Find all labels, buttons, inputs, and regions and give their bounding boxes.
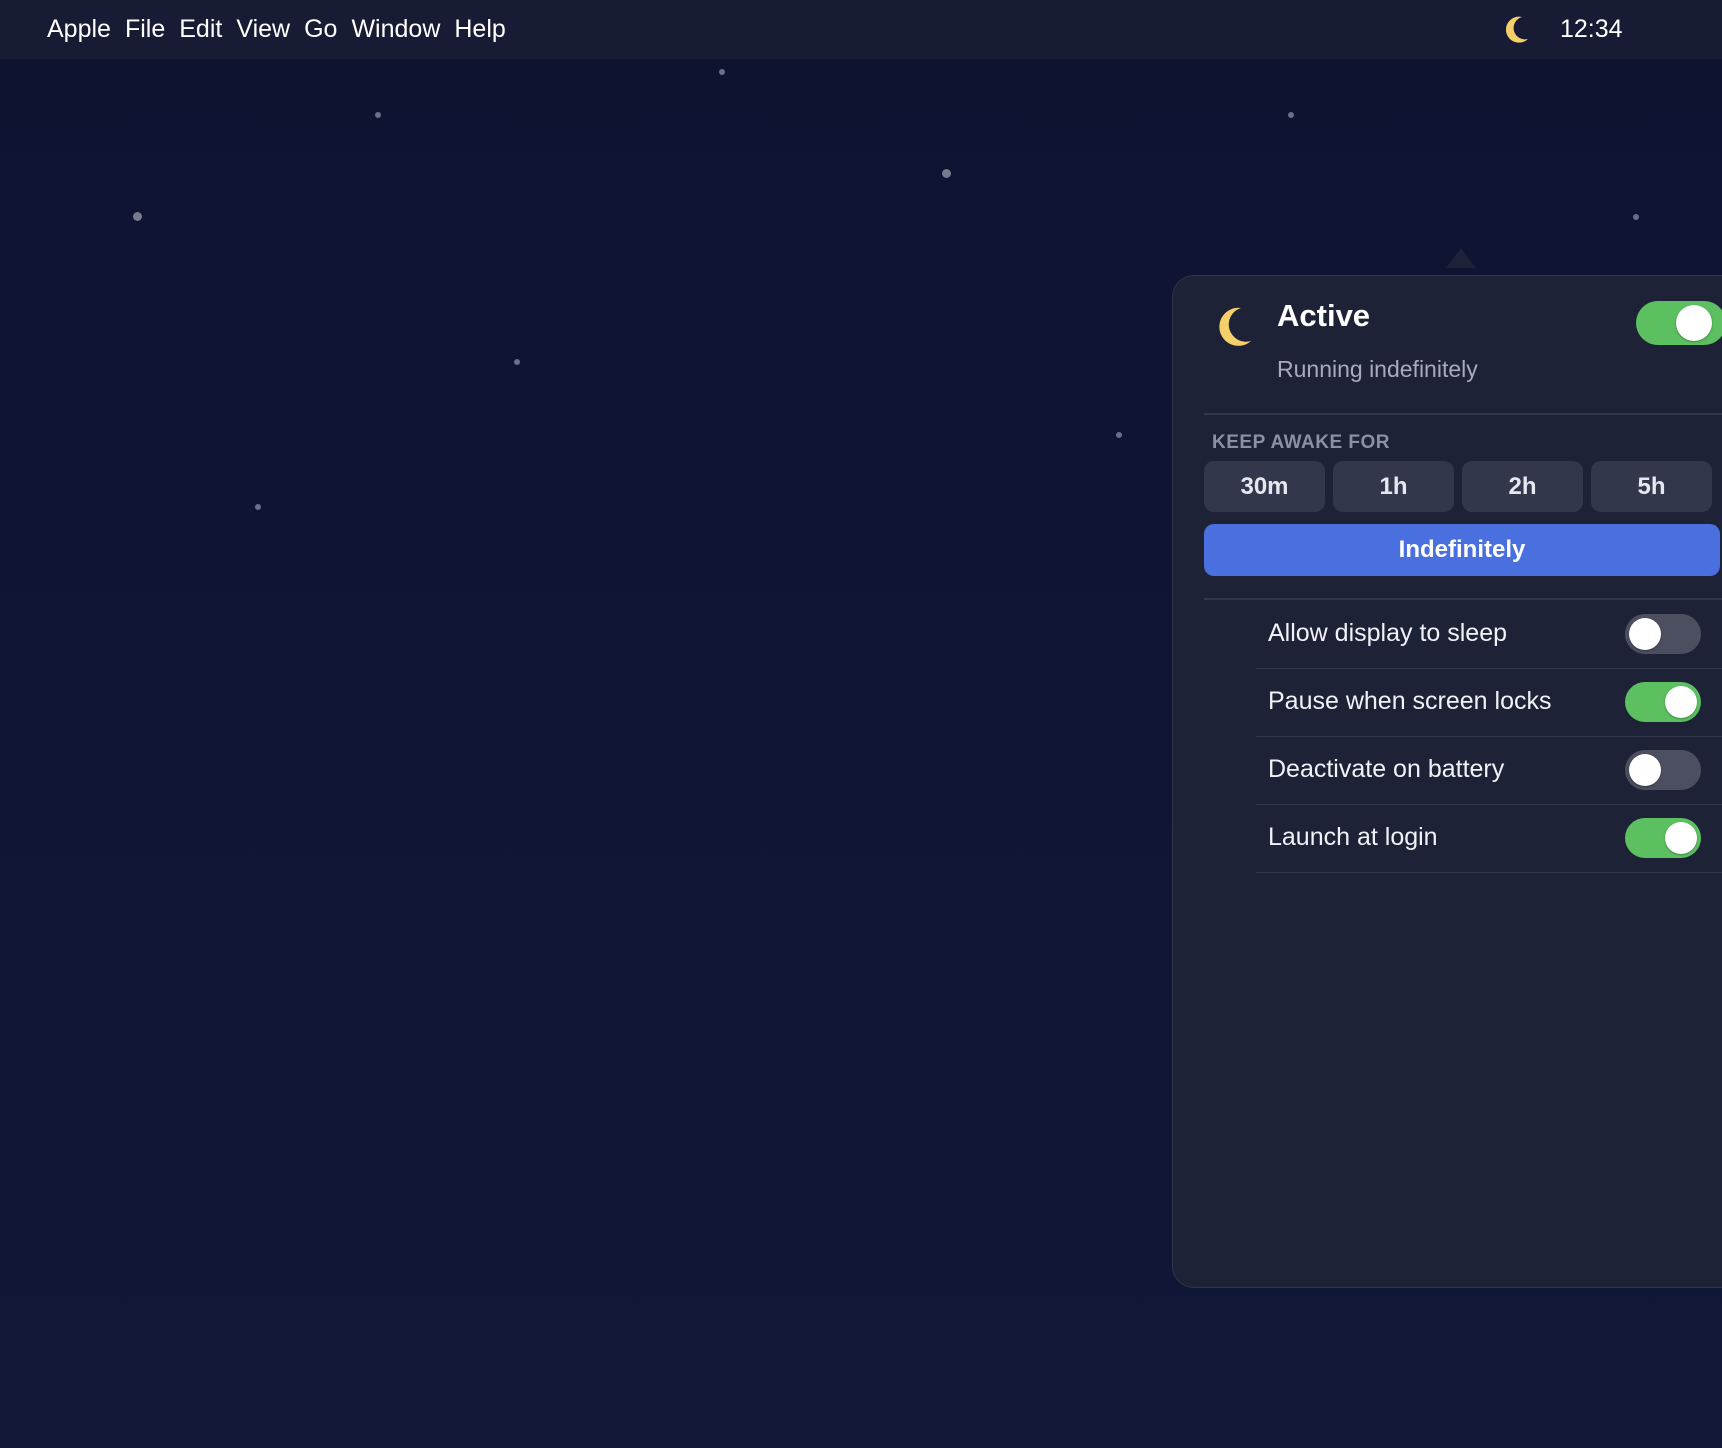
menubar-status-area: 12:34 xyxy=(1500,12,1623,46)
star xyxy=(1116,432,1122,438)
divider xyxy=(1256,871,1722,873)
duration-5h-button[interactable]: 5h xyxy=(1591,461,1712,512)
launch-login-toggle[interactable] xyxy=(1625,818,1701,858)
keep-awake-popover: Active Running indefinitely KEEP AWAKE F… xyxy=(1172,275,1722,1288)
option-row-launch-login: Launch at login xyxy=(1256,805,1722,873)
duration-30m-button[interactable]: 30m xyxy=(1204,461,1325,512)
star xyxy=(1288,112,1294,118)
duration-buttons: 30m 1h 2h 5h xyxy=(1204,461,1712,512)
divider xyxy=(1204,598,1722,600)
star xyxy=(514,359,520,365)
divider xyxy=(1204,413,1722,415)
menu-view[interactable]: View xyxy=(229,14,297,44)
menu-items: Apple File Edit View Go Window Help xyxy=(47,14,513,44)
keep-awake-label: KEEP AWAKE FOR xyxy=(1212,432,1391,453)
option-row-pause-screen-locks: Pause when screen locks xyxy=(1256,669,1722,737)
menu-apple[interactable]: Apple xyxy=(47,14,118,44)
allow-display-sleep-toggle[interactable] xyxy=(1625,614,1701,654)
pause-screen-locks-toggle[interactable] xyxy=(1625,682,1701,722)
option-label: Pause when screen locks xyxy=(1268,687,1552,715)
menu-window[interactable]: Window xyxy=(344,14,447,44)
status-title: Active xyxy=(1277,298,1371,333)
option-row-deactivate-battery: Deactivate on battery xyxy=(1256,737,1722,805)
duration-2h-button[interactable]: 2h xyxy=(1462,461,1583,512)
option-row-allow-display-sleep: Allow display to sleep xyxy=(1256,601,1722,669)
popover-arrow xyxy=(1446,248,1476,268)
toggle-knob xyxy=(1676,305,1712,341)
star xyxy=(255,504,261,510)
moon-icon xyxy=(1211,303,1257,349)
status-subtitle: Running indefinitely xyxy=(1277,356,1478,382)
menubar-clock[interactable]: 12:34 xyxy=(1560,14,1623,44)
deactivate-battery-toggle[interactable] xyxy=(1625,750,1701,790)
menu-bar: Apple File Edit View Go Window Help 12:3… xyxy=(0,0,1722,59)
duration-1h-button[interactable]: 1h xyxy=(1333,461,1454,512)
star xyxy=(133,212,142,221)
option-label: Deactivate on battery xyxy=(1268,755,1505,783)
moon-icon[interactable] xyxy=(1500,12,1534,46)
toggle-knob xyxy=(1665,822,1697,854)
option-label: Launch at login xyxy=(1268,823,1438,851)
menu-go[interactable]: Go xyxy=(297,14,344,44)
star xyxy=(1633,214,1639,220)
toggle-knob xyxy=(1665,686,1697,718)
toggle-knob xyxy=(1629,754,1661,786)
star xyxy=(375,112,381,118)
toggle-knob xyxy=(1629,618,1661,650)
active-toggle[interactable] xyxy=(1636,301,1722,345)
menu-file[interactable]: File xyxy=(118,14,172,44)
menu-edit[interactable]: Edit xyxy=(172,14,229,44)
star xyxy=(942,169,951,178)
menu-help[interactable]: Help xyxy=(447,14,512,44)
option-label: Allow display to sleep xyxy=(1268,619,1508,647)
indefinitely-button[interactable]: Indefinitely xyxy=(1204,524,1720,576)
desktop: Apple File Edit View Go Window Help 12:3… xyxy=(0,0,1722,1448)
star xyxy=(719,69,725,75)
